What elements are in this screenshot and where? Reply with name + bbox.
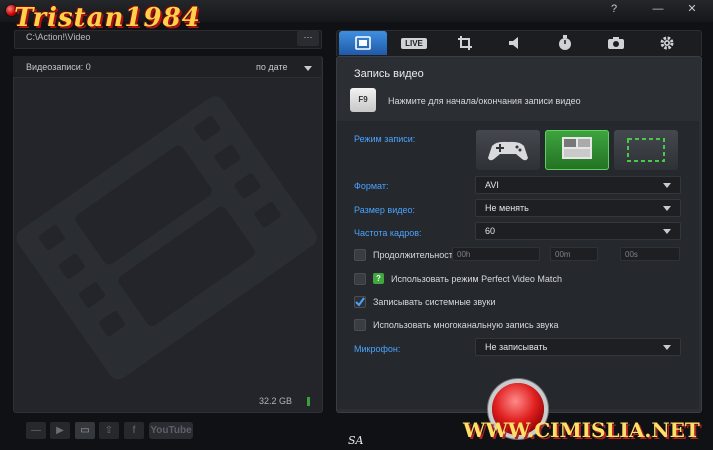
upload-icon[interactable]: ⇧ <box>99 422 119 439</box>
fps-select[interactable] <box>475 222 681 240</box>
tab-benchmark[interactable] <box>541 31 589 55</box>
delete-icon[interactable]: — <box>26 422 46 439</box>
format-label: Формат: <box>354 181 389 191</box>
system-sounds-label: Записывать системные звуки <box>373 297 496 307</box>
fps-label: Частота кадров: <box>354 228 422 238</box>
microphone-label: Микрофон: <box>354 344 401 354</box>
sort-chevron-down-icon[interactable] <box>304 66 312 71</box>
tab-crop[interactable] <box>441 31 489 55</box>
film-icon <box>355 36 371 50</box>
microphone-chevron-down-icon <box>663 345 671 350</box>
fps-value: 60 <box>485 226 496 236</box>
duration-seconds-input[interactable]: 00s <box>620 247 680 261</box>
youtube-button[interactable]: YouTube <box>149 422 193 439</box>
pvm-help-icon[interactable]: ? <box>373 273 384 284</box>
watermark-corner-text: SA <box>348 434 364 447</box>
fps-chevron-down-icon <box>663 229 671 234</box>
microphone-value: Не записывать <box>485 342 548 352</box>
browse-folder-button[interactable]: ··· <box>297 31 319 46</box>
film-watermark-graphic <box>16 96 317 380</box>
format-value: AVI <box>485 180 499 190</box>
section-title: Запись видео <box>354 68 424 80</box>
pvm-checkbox[interactable] <box>354 273 366 285</box>
multichannel-label: Использовать многоканальную запись звука <box>373 320 559 330</box>
gamepad-icon <box>488 141 528 161</box>
duration-minutes-input[interactable]: 00m <box>550 247 598 261</box>
checkmark-icon <box>355 297 365 307</box>
camera-icon <box>608 37 624 49</box>
video-size-chevron-down-icon <box>663 206 671 211</box>
watermark-logo: Tristan1984 <box>14 3 201 33</box>
help-button[interactable]: ? <box>604 2 624 16</box>
gear-icon <box>660 36 674 50</box>
live-icon: LIVE <box>401 37 427 49</box>
mode-desktop-button[interactable] <box>545 130 609 170</box>
stopwatch-icon <box>559 35 571 50</box>
video-size-label: Размер видео: <box>354 205 416 215</box>
speaker-icon <box>509 37 518 49</box>
play-icon[interactable]: ▶ <box>50 422 70 439</box>
video-list-panel <box>13 56 323 413</box>
mode-region-button[interactable] <box>614 130 678 170</box>
hotkey-hint: Нажмите для начала/окончания записи виде… <box>388 96 581 106</box>
hotkey-button[interactable]: F9 <box>350 88 376 112</box>
video-size-value: Не менять <box>485 203 529 213</box>
video-path-text: C:\Action!\Video <box>26 32 91 42</box>
tab-audio[interactable] <box>491 31 539 55</box>
video-count-label: Видеозаписи: 0 <box>26 62 91 72</box>
minimize-button[interactable]: — <box>648 2 668 16</box>
region-icon <box>627 138 665 162</box>
sort-dropdown[interactable]: по дате <box>256 62 287 72</box>
tab-screenshot[interactable] <box>592 31 640 55</box>
duration-hours-input[interactable]: 00h <box>452 247 540 261</box>
facebook-icon[interactable]: f <box>124 422 144 439</box>
tab-settings[interactable] <box>643 31 691 55</box>
duration-label: Продолжительность: <box>373 250 461 260</box>
storage-indicator <box>307 397 310 406</box>
mode-game-button[interactable] <box>476 130 540 170</box>
record-mode-label: Режим записи: <box>354 134 416 144</box>
system-sounds-checkbox[interactable] <box>354 296 366 308</box>
pvm-label: Использовать режим Perfect Video Match <box>391 274 562 284</box>
crop-icon <box>458 36 472 50</box>
format-select[interactable] <box>475 176 681 194</box>
multichannel-checkbox[interactable] <box>354 319 366 331</box>
duration-checkbox[interactable] <box>354 249 366 261</box>
format-chevron-down-icon <box>663 183 671 188</box>
tab-live[interactable]: LIVE <box>390 31 438 55</box>
storage-free-label: 32.2 GB <box>259 396 293 406</box>
desktop-icon <box>562 137 592 159</box>
tab-video[interactable] <box>339 31 387 55</box>
close-button[interactable]: ✕ <box>682 2 702 16</box>
watermark-site: WWW.CIMISLIA.NET <box>463 418 700 442</box>
folder-icon[interactable]: ▭ <box>75 422 95 439</box>
